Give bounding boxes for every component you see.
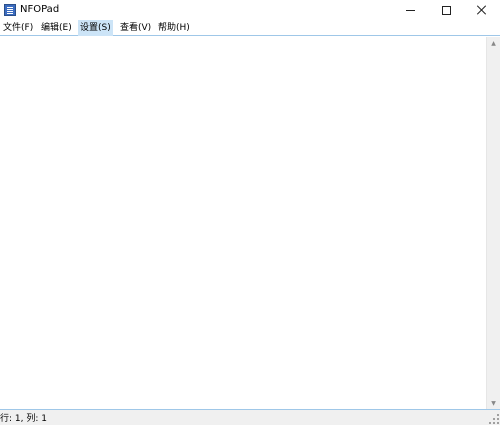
scroll-up-icon[interactable]: ▲: [487, 37, 500, 49]
minimize-icon: [405, 9, 415, 11]
close-button[interactable]: [464, 0, 500, 20]
status-bar: 行: 1, 列: 1: [0, 409, 500, 425]
menu-view[interactable]: 查看(V): [118, 20, 153, 36]
menu-settings[interactable]: 设置(S): [78, 20, 113, 36]
scroll-down-icon[interactable]: ▼: [487, 397, 500, 409]
title-bar[interactable]: NFOPad: [0, 0, 500, 20]
menu-help[interactable]: 帮助(H): [156, 20, 192, 36]
cursor-position: 行: 1, 列: 1: [0, 414, 47, 424]
menu-file[interactable]: 文件(F): [1, 20, 35, 36]
maximize-icon: [441, 5, 451, 15]
close-icon: [477, 5, 487, 15]
minimize-button[interactable]: [392, 0, 428, 20]
notepad-app-icon[interactable]: [4, 4, 16, 16]
maximize-button[interactable]: [428, 0, 464, 20]
window-title: NFOPad: [20, 4, 60, 15]
text-editor[interactable]: [0, 37, 486, 409]
menu-bar: 文件(F) 编辑(E) 设置(S) 查看(V) 帮助(H): [0, 20, 500, 36]
app-window: NFOPad 文件(F) 编辑(E) 设置(S) 查看(V) 帮助(H) ▲ ▼…: [0, 0, 500, 425]
menu-edit[interactable]: 编辑(E): [39, 20, 74, 36]
vertical-scrollbar[interactable]: ▲ ▼: [486, 37, 500, 409]
resize-grip-icon[interactable]: [489, 414, 499, 424]
